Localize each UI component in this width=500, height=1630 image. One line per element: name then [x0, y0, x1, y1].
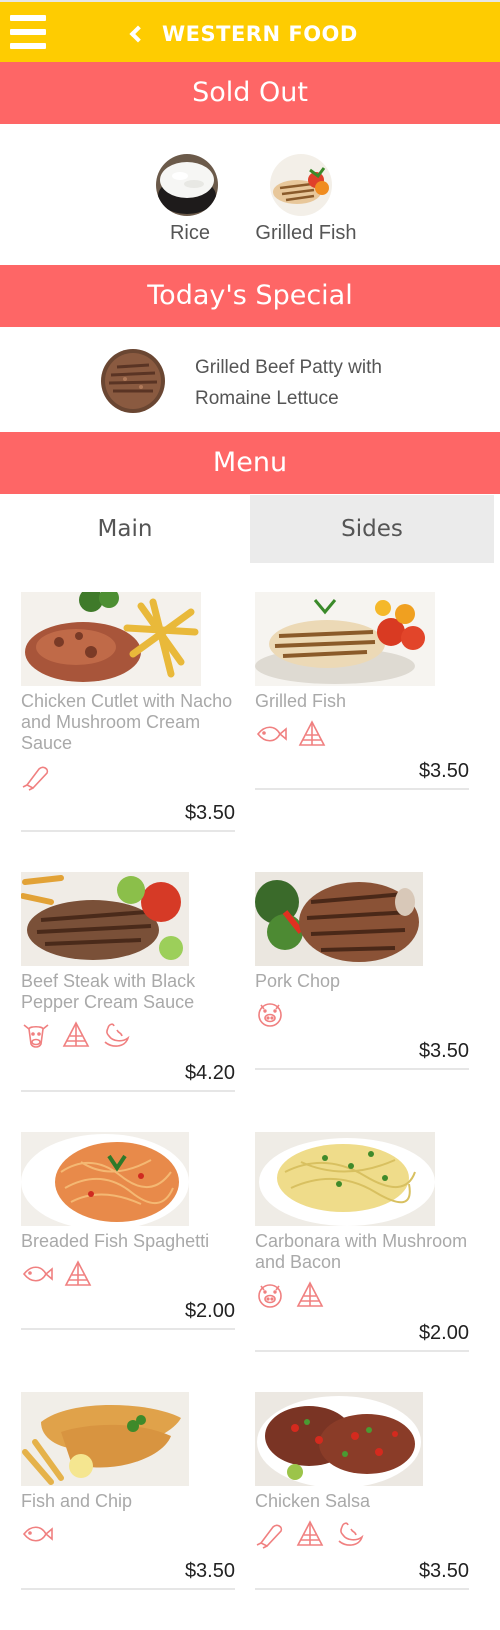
tab-main[interactable]: Main	[0, 495, 250, 563]
menu-item[interactable]: Fish and Chip $3.50	[21, 1392, 235, 1592]
beef-steak-image	[21, 872, 189, 966]
divider	[255, 788, 469, 790]
divider	[21, 1090, 235, 1092]
chevron-left-icon	[129, 25, 147, 43]
chili-icon	[104, 1023, 130, 1047]
top-bar: WESTERN FOOD	[0, 0, 500, 62]
menu-item-price: $2.00	[184, 1300, 235, 1322]
menu-tabs: Main Sides	[0, 495, 494, 563]
fish-spaghetti-image	[21, 1132, 189, 1226]
menu-item-name: Pork Chop	[255, 971, 341, 991]
menu-item-name: Chicken Cutlet with Nacho and Mushroom C…	[21, 691, 233, 753]
menu-item[interactable]: Chicken Salsa $3.50	[255, 1392, 469, 1592]
fish-icon	[22, 1266, 53, 1282]
page-title: WESTERN FOOD	[162, 22, 358, 46]
menu-item-price: $3.50	[184, 802, 235, 824]
beef-patty-image	[101, 349, 165, 413]
wheat-icon	[296, 1520, 324, 1546]
menu-item[interactable]: Carbonara with Mushroom and Bacon $2.00	[255, 1132, 469, 1352]
wheat-icon	[298, 720, 326, 746]
fish-icon	[256, 726, 287, 742]
menu-item-price: $3.50	[418, 760, 469, 782]
hamburger-menu-icon[interactable]	[10, 12, 46, 52]
menu-item-name: Fish and Chip	[21, 1491, 133, 1511]
divider	[21, 1328, 235, 1330]
menu-item-price: $2.00	[418, 1322, 469, 1344]
pig-icon	[258, 1003, 282, 1027]
chili-icon	[338, 1522, 364, 1546]
divider	[21, 830, 235, 832]
menu-header: Menu	[0, 432, 500, 494]
wheat-icon	[62, 1021, 90, 1047]
sold-out-item-label: Rice	[169, 222, 210, 244]
back-button[interactable]: WESTERN FOOD	[126, 14, 358, 54]
menu-item[interactable]: Beef Steak with Black Pepper Cream Sauce…	[21, 872, 235, 1092]
divider	[255, 1588, 469, 1590]
menu-item-name: Breaded Fish Spaghetti	[21, 1231, 210, 1251]
carbonara-image	[255, 1132, 435, 1226]
chicken-icon	[256, 1524, 283, 1549]
wheat-icon	[64, 1260, 92, 1286]
menu-item-name: Chicken Salsa	[255, 1491, 371, 1511]
menu-item-price: $3.50	[418, 1560, 469, 1582]
special-item-label: Grilled Beef Patty with Romaine Lettuce	[195, 357, 382, 409]
menu-item-price: $3.50	[184, 1560, 235, 1582]
chicken-icon	[22, 766, 49, 791]
fish-and-chip-image	[21, 1392, 189, 1486]
divider	[255, 1068, 469, 1070]
divider	[255, 1350, 469, 1352]
sold-out-header: Sold Out	[0, 62, 500, 124]
chicken-salsa-image	[255, 1392, 423, 1486]
todays-special-header: Today's Special	[0, 265, 500, 327]
tab-sides[interactable]: Sides	[250, 495, 494, 563]
grilled-fish-thumb	[270, 154, 332, 216]
menu-item-name: Grilled Fish	[255, 691, 347, 711]
chicken-cutlet-image	[21, 592, 201, 686]
sold-out-item-label: Grilled Fish	[255, 222, 357, 244]
pork-chop-image	[255, 872, 423, 966]
menu-item-name: Carbonara with Mushroom and Bacon	[255, 1231, 468, 1272]
cow-icon	[23, 1024, 49, 1048]
menu-item-price: $4.20	[184, 1062, 235, 1084]
menu-item-name: Beef Steak with Black Pepper Cream Sauce	[21, 971, 196, 1012]
rice-image	[156, 154, 218, 216]
menu-item[interactable]: Grilled Fish $3.50	[255, 592, 469, 792]
menu-item[interactable]: Chicken Cutlet with Nacho and Mushroom C…	[21, 592, 235, 832]
grilled-fish-image	[255, 592, 435, 686]
fish-icon	[22, 1526, 53, 1542]
pig-icon	[258, 1284, 282, 1308]
menu-item[interactable]: Pork Chop $3.50	[255, 872, 469, 1072]
menu-item-price: $3.50	[418, 1040, 469, 1062]
wheat-icon	[296, 1281, 324, 1307]
divider	[21, 1588, 235, 1590]
menu-item[interactable]: Breaded Fish Spaghetti $2.00	[21, 1132, 235, 1332]
